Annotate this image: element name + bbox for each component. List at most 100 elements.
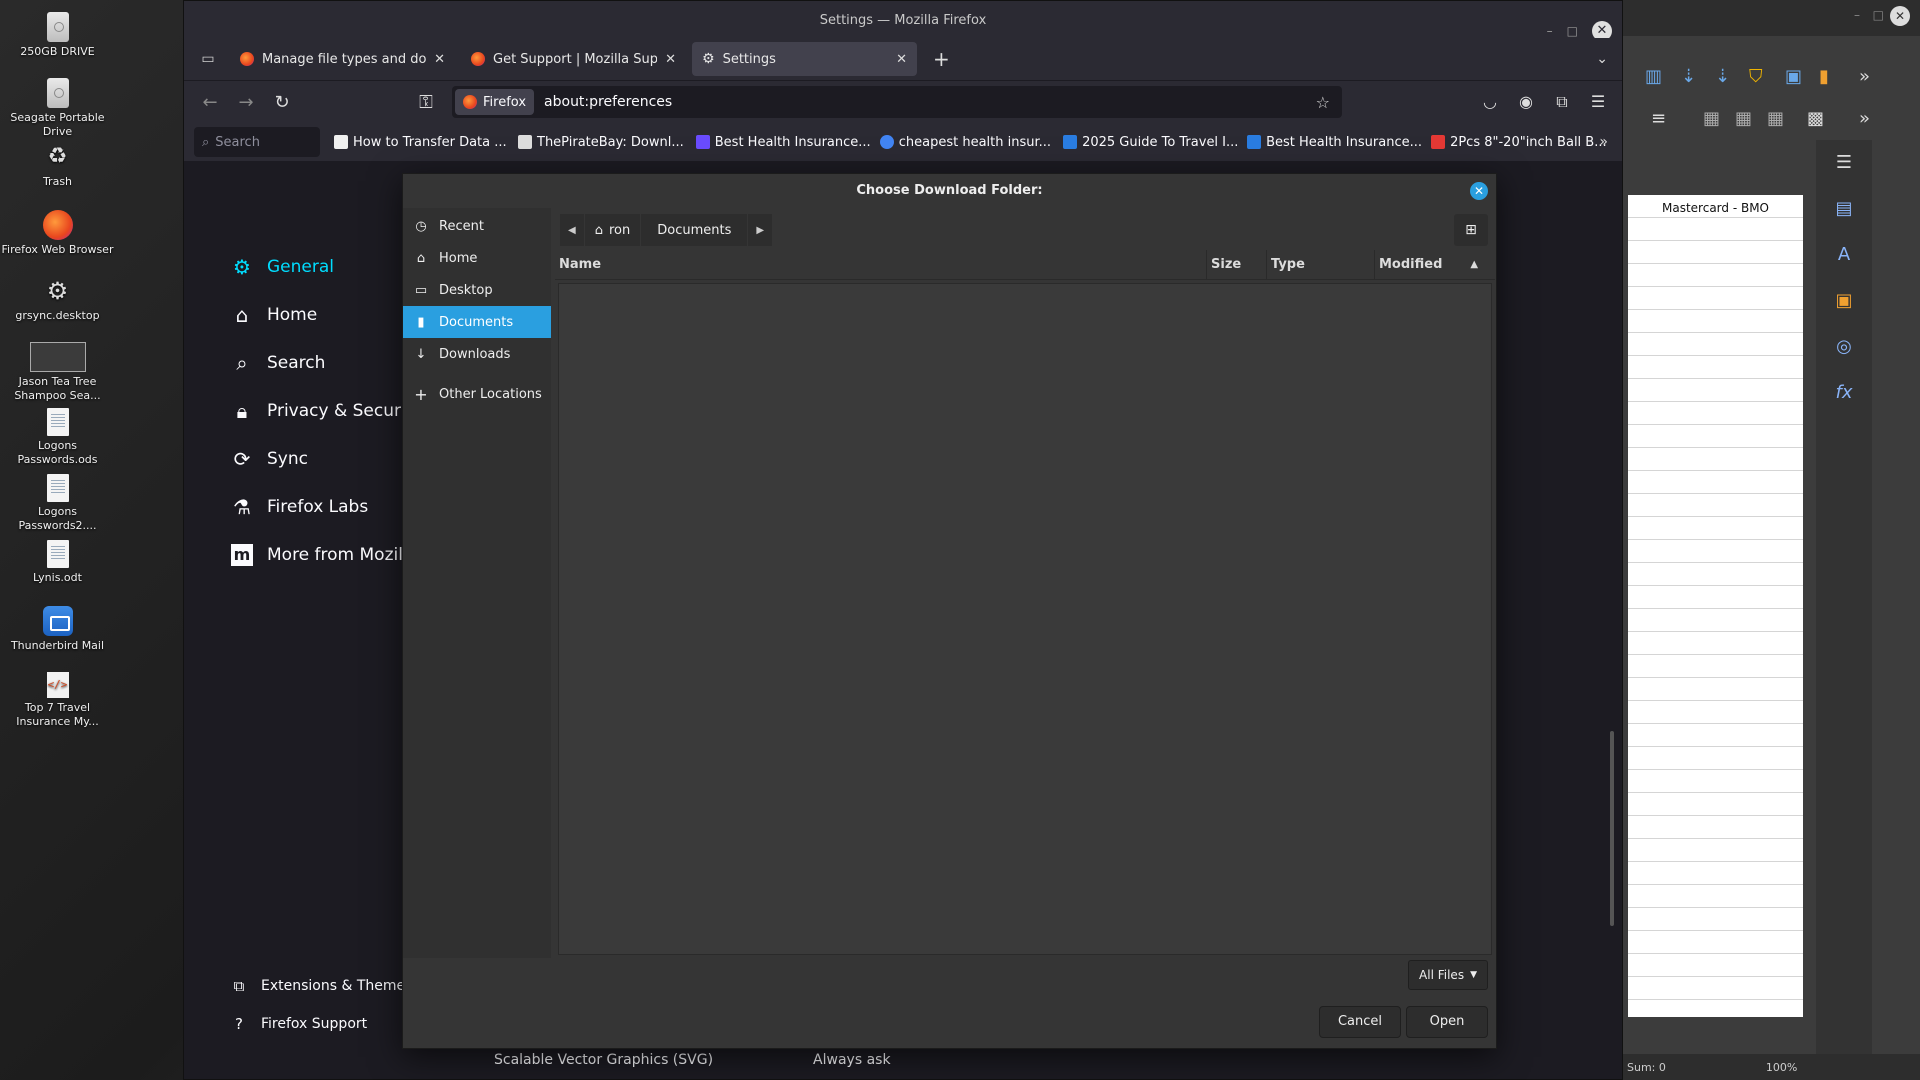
hamburger-menu-icon[interactable]: ☰	[1588, 92, 1608, 112]
tab-close-icon[interactable]: ✕	[434, 52, 445, 67]
file-filter-dropdown[interactable]: All Files ▼	[1408, 960, 1488, 990]
bookmark-item[interactable]: Best Health Insurance...	[1243, 135, 1423, 150]
tab-settings[interactable]: ⚙ Settings ✕	[692, 42, 917, 76]
page-scrollbar[interactable]	[1610, 731, 1614, 926]
desktop-icon-jason-shampoo[interactable]: Jason Tea Tree Shampoo Sea...	[0, 342, 115, 403]
pocket-icon[interactable]: ◡	[1480, 92, 1500, 112]
chevron-right-icon[interactable]: ▶	[748, 214, 774, 246]
extensions-themes-link[interactable]: ⧉ Extensions & Themes	[229, 967, 413, 1005]
camera-icon[interactable]: ▩	[1807, 108, 1824, 129]
minimize-icon[interactable]: –	[1854, 8, 1860, 22]
styles-icon[interactable]: A	[1816, 232, 1872, 278]
open-button[interactable]: Open	[1406, 1006, 1488, 1038]
settings-nav-home[interactable]: ⌂ Home	[229, 291, 422, 339]
image-icon[interactable]: ▣	[1785, 66, 1802, 87]
menu-icon[interactable]: ☰	[1816, 140, 1872, 186]
grid-line	[1628, 217, 1803, 218]
settings-nav-labs[interactable]: ⚗ Firefox Labs	[229, 483, 422, 531]
desktop-icon-seagate[interactable]: Seagate Portable Drive	[0, 78, 115, 139]
back-icon[interactable]: ←	[192, 92, 228, 113]
settings-nav-general[interactable]: ⚙ General	[229, 243, 422, 291]
desktop-icon-logons-passwords2[interactable]: Logons Passwords2....	[0, 474, 115, 533]
spreadsheet-page[interactable]: Mastercard - BMO	[1628, 195, 1803, 1017]
sort-ascending-icon[interactable]: ⇣	[1681, 66, 1696, 87]
permissions-icon[interactable]: ⚿	[408, 92, 444, 113]
column-modified[interactable]: Modified ▲	[1375, 250, 1495, 280]
place-documents[interactable]: ▮ Documents	[403, 306, 551, 338]
place-desktop[interactable]: ▭ Desktop	[403, 274, 551, 306]
account-icon[interactable]: ◉	[1516, 92, 1536, 112]
url-text[interactable]: about:preferences	[544, 94, 1316, 110]
extensions-icon[interactable]: ⧉	[1552, 92, 1572, 112]
desktop-icon-firefox[interactable]: Firefox Web Browser	[0, 210, 115, 257]
settings-nav-more-mozilla[interactable]: m More from Mozilla	[229, 531, 422, 579]
place-downloads[interactable]: ↓ Downloads	[403, 338, 551, 370]
align-left-icon[interactable]: ≡	[1651, 108, 1666, 129]
bookmark-item[interactable]: How to Transfer Data ...	[330, 135, 510, 150]
reload-icon[interactable]: ↻	[264, 92, 300, 113]
desktop-icon-lynis[interactable]: Lynis.odt	[0, 540, 115, 585]
bookmark-item[interactable]: 2025 Guide To Travel I...	[1059, 135, 1239, 150]
bookmark-item[interactable]: cheapest health insur...	[876, 135, 1055, 150]
desktop-icon-250gb-drive[interactable]: 250GB DRIVE	[0, 12, 115, 59]
tab-get-support[interactable]: Get Support | Mozilla Suppo ✕	[461, 42, 686, 76]
path-segment-current[interactable]: Documents	[641, 214, 749, 246]
file-list[interactable]: Name Size Type Modified ▲	[555, 249, 1495, 958]
tab-close-icon[interactable]: ✕	[665, 52, 676, 67]
place-recent[interactable]: ◷ Recent	[403, 210, 551, 242]
chevron-right-icon[interactable]: »	[1599, 134, 1608, 150]
more-icon[interactable]: »	[1859, 66, 1870, 87]
tab-manage-file-types[interactable]: Manage file types and down ✕	[230, 42, 455, 76]
column-type[interactable]: Type	[1267, 249, 1375, 280]
table-icon[interactable]: ▦	[1735, 108, 1752, 129]
more-icon[interactable]: »	[1859, 108, 1870, 129]
properties-icon[interactable]: ▤	[1816, 186, 1872, 232]
grid-line	[1628, 792, 1803, 793]
path-segment-home[interactable]: ⌂ ron	[584, 214, 642, 246]
desktop-icon-grsync[interactable]: ⚙ grsync.desktop	[0, 276, 115, 323]
sort-descending-icon[interactable]: ⇣	[1715, 66, 1730, 87]
gallery-icon[interactable]: ▣	[1816, 278, 1872, 324]
desktop-icon-thunderbird[interactable]: Thunderbird Mail	[0, 606, 115, 653]
desktop-icon-logons-passwords[interactable]: Logons Passwords.ods	[0, 408, 115, 467]
tab-list-icon[interactable]: ▭	[192, 51, 224, 67]
autofilter-icon[interactable]: ⛉	[1749, 66, 1763, 87]
forward-icon[interactable]: →	[228, 92, 264, 113]
desktop-icon-trash[interactable]: ♻ Trash	[0, 142, 115, 189]
close-icon[interactable]: ✕	[1470, 182, 1488, 200]
bookmark-star-icon[interactable]: ☆	[1316, 93, 1330, 112]
bookmark-item[interactable]: ThePirateBay: Downl...	[514, 135, 688, 150]
column-size[interactable]: Size	[1207, 249, 1267, 280]
new-tab-icon[interactable]: +	[933, 47, 950, 71]
chevron-down-icon[interactable]: ⌄	[1596, 51, 1608, 67]
chevron-left-icon[interactable]: ◀	[560, 214, 585, 246]
bookmarks-search-input[interactable]: ⌕ Search	[194, 127, 320, 157]
file-list-body[interactable]	[558, 283, 1492, 955]
bookmark-item[interactable]: 2Pcs 8"-20"inch Ball B...	[1427, 135, 1607, 150]
bookmark-item[interactable]: Best Health Insurance...	[692, 135, 872, 150]
tab-close-icon[interactable]: ✕	[896, 52, 907, 67]
url-bar[interactable]: Firefox about:preferences ☆	[452, 86, 1342, 118]
column-name[interactable]: Name	[555, 249, 1207, 280]
settings-nav-sync[interactable]: ⟳ Sync	[229, 435, 422, 483]
settings-nav-search[interactable]: ⌕ Search	[229, 339, 422, 387]
maximize-icon[interactable]: □	[1873, 8, 1884, 22]
zoom-level[interactable]: 100%	[1766, 1061, 1797, 1074]
place-other-locations[interactable]: + Other Locations	[403, 378, 551, 410]
new-folder-button[interactable]: ⊞	[1454, 214, 1488, 246]
place-home[interactable]: ⌂ Home	[403, 242, 551, 274]
desktop-icon-travel-insurance[interactable]: </> Top 7 Travel Insurance My...	[0, 672, 115, 729]
action-label[interactable]: Always ask	[813, 1052, 891, 1068]
firefox-support-link[interactable]: ? Firefox Support	[229, 1005, 412, 1043]
columns-icon[interactable]: ▥	[1645, 66, 1662, 87]
table-icon[interactable]: ▦	[1767, 108, 1784, 129]
table-icon[interactable]: ▦	[1703, 108, 1720, 129]
settings-nav-privacy[interactable]: 🔒︎ Privacy & Security	[229, 387, 423, 435]
bookmarks-toolbar: ⌕ Search How to Transfer Data ... ThePir…	[184, 123, 1622, 161]
functions-icon[interactable]: fx	[1816, 370, 1872, 416]
close-icon[interactable]: ✕	[1890, 6, 1910, 26]
cancel-button[interactable]: Cancel	[1319, 1006, 1401, 1038]
chart-icon[interactable]: ▮	[1819, 66, 1829, 87]
identity-box[interactable]: Firefox	[455, 89, 535, 115]
navigator-icon[interactable]: ◎	[1816, 324, 1872, 370]
